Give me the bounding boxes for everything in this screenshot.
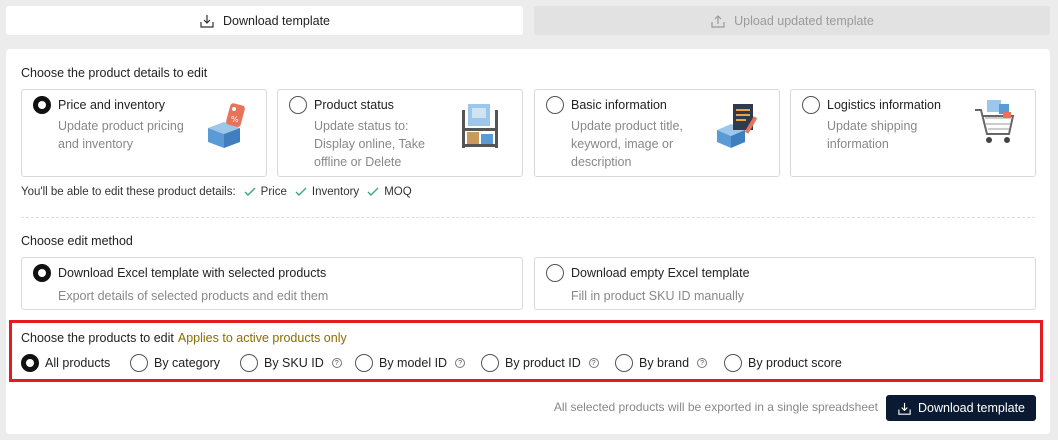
card-desc: Update status to: Display online, Take o… [314, 119, 425, 169]
products-highlight-box [9, 320, 1043, 382]
radio-by-category[interactable] [130, 354, 148, 372]
editable-label: You'll be able to edit these product det… [21, 186, 236, 198]
card-title: Basic information [571, 98, 667, 112]
card-title: Download Excel template with selected pr… [58, 266, 327, 280]
option-by-model-id[interactable]: By model ID ? [355, 354, 466, 372]
products-section-title: Choose the products to edit Applies to ac… [21, 331, 347, 345]
export-note: All selected products will be exported i… [553, 400, 878, 414]
editable-item-inventory: Inventory [295, 186, 359, 198]
card-desc: Update shipping information [827, 119, 918, 151]
card-title: Price and inventory [58, 98, 166, 112]
card-desc: Export details of selected products and … [58, 289, 329, 303]
help-icon[interactable]: ? [588, 358, 599, 368]
shopping-cart-icon [975, 100, 1015, 143]
method-section-title: Choose edit method [21, 234, 133, 248]
tab-download-template[interactable]: Download template [6, 6, 523, 35]
card-basic-information[interactable]: Basic information Update product title, … [534, 89, 780, 177]
card-desc: Update product pricing and inventory [58, 119, 184, 151]
section-divider [21, 217, 1035, 218]
check-icon [244, 187, 256, 196]
radio-by-model-id[interactable] [355, 354, 373, 372]
card-title: Download empty Excel template [571, 266, 750, 280]
option-by-sku-id[interactable]: By SKU ID ? [240, 354, 342, 372]
card-title: Product status [314, 98, 394, 112]
check-icon [367, 187, 379, 196]
card-title: Logistics information [827, 98, 941, 112]
tab-upload-template[interactable]: Upload updated template [534, 6, 1050, 35]
help-icon[interactable]: ? [697, 358, 708, 368]
card-product-status[interactable]: Product status Update status to: Display… [277, 89, 523, 177]
radio-basic-information[interactable] [546, 96, 564, 114]
editable-fields: You'll be able to edit these product det… [21, 186, 412, 198]
card-price-inventory[interactable]: Price and inventory Update product prici… [21, 89, 267, 177]
svg-text:%: % [231, 115, 239, 124]
radio-by-sku-id[interactable] [240, 354, 258, 372]
radio-download-excel-selected[interactable] [33, 264, 51, 282]
radio-by-product-score[interactable] [724, 354, 742, 372]
radio-by-brand[interactable] [615, 354, 633, 372]
products-note: Applies to active products only [177, 331, 347, 345]
radio-all-products[interactable] [21, 354, 39, 372]
radio-product-status[interactable] [289, 96, 307, 114]
card-logistics-information[interactable]: Logistics information Update shipping in… [790, 89, 1036, 177]
option-all-products[interactable]: All products [21, 354, 110, 372]
tab-download-label: Download template [222, 13, 330, 28]
card-download-excel-selected[interactable]: Download Excel template with selected pr… [21, 257, 523, 310]
download-icon [898, 402, 911, 415]
download-template-button[interactable]: Download template [886, 395, 1036, 421]
editable-item-moq: MOQ [367, 186, 412, 198]
document-box-icon [717, 104, 758, 148]
option-by-category[interactable]: By category [130, 354, 220, 372]
check-icon [295, 187, 307, 196]
radio-by-product-id[interactable] [481, 354, 499, 372]
radio-download-empty-excel[interactable] [546, 264, 564, 282]
radio-price-inventory[interactable] [33, 96, 51, 114]
upload-icon [711, 14, 725, 28]
radio-logistics-information[interactable] [802, 96, 820, 114]
card-download-empty-excel[interactable]: Download empty Excel template Fill in pr… [534, 257, 1036, 310]
option-by-brand[interactable]: By brand ? [615, 354, 708, 372]
help-icon[interactable]: ? [331, 358, 342, 368]
shelf-boxes-icon [462, 104, 498, 148]
details-section-title: Choose the product details to edit [21, 66, 208, 80]
option-by-product-score[interactable]: By product score [724, 354, 842, 372]
price-tag-box-icon: % [208, 103, 245, 148]
help-icon[interactable]: ? [455, 358, 466, 368]
card-desc: Fill in product SKU ID manually [571, 289, 744, 303]
option-by-product-id[interactable]: By product ID ? [481, 354, 599, 372]
editable-item-price: Price [244, 186, 287, 198]
card-desc: Update product title, keyword, image or … [571, 119, 683, 169]
download-icon [200, 14, 214, 28]
tab-upload-label: Upload updated template [734, 13, 874, 28]
